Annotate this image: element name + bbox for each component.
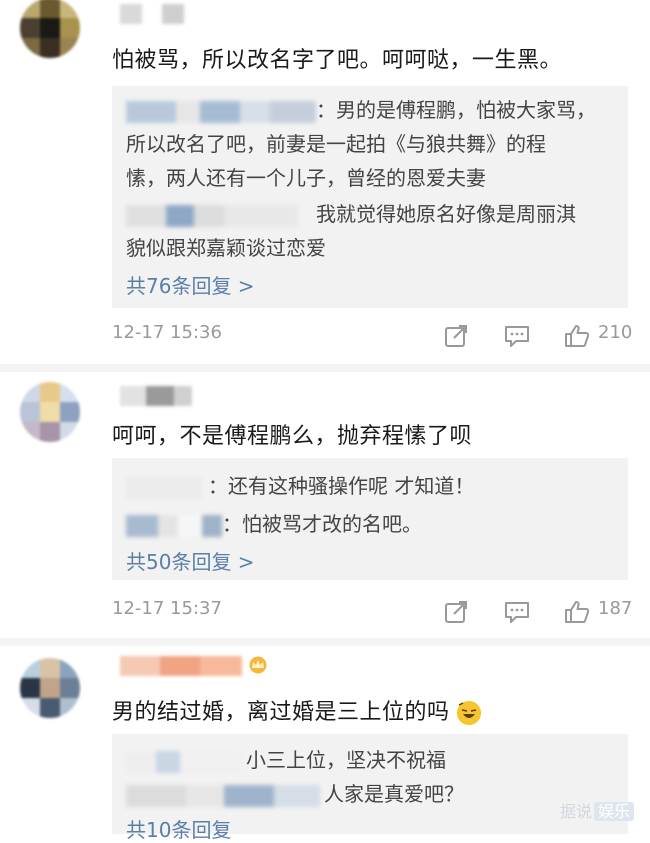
like-count: 210 [598, 322, 633, 343]
more-replies-link[interactable]: 共50条回复 > [126, 546, 255, 575]
comment-item: 呵呵，不是傅程鹏么，抛弃程愫了呗 ：还有这种骚操作呢 才知道！ ：怕被骂才改的名… [0, 372, 650, 636]
more-replies-link[interactable]: 共76条回复 > [126, 270, 255, 299]
avatar[interactable] [20, 658, 80, 718]
reply-line: 所以改名了吧，前妻是一起拍《与狼共舞》的程 [126, 132, 546, 156]
more-replies-link[interactable]: 共10条回复 [126, 814, 231, 843]
reply-author[interactable] [126, 204, 298, 227]
comment-text: 呵呵，不是傅程鹏么，抛弃程愫了呗 [112, 424, 473, 449]
like-icon[interactable] [564, 600, 590, 624]
reply-author[interactable] [126, 514, 222, 537]
username[interactable] [120, 386, 192, 406]
reply-author[interactable] [126, 100, 316, 123]
reply-box[interactable]: 小三上位，坚决不祝福 人家是真爱吧？ 共10条回复 [112, 734, 628, 842]
comment-item: 怕被骂，所以改名字了吧。呵呵哒，一生黑。 ：男的是傅程鹏，怕被大家骂， 所以改名… [0, 0, 650, 360]
share-icon[interactable] [444, 324, 470, 348]
username[interactable] [120, 4, 184, 24]
laugh-emoji-icon [457, 701, 482, 725]
like-icon[interactable] [564, 324, 590, 348]
reply-line: 我就觉得她原名好像是周丽淇 [126, 198, 576, 227]
comment-icon[interactable] [504, 324, 530, 348]
vip-crown-icon [249, 656, 267, 674]
reply-author[interactable] [126, 750, 242, 773]
reply-line: 小三上位，坚决不祝福 [126, 744, 446, 773]
reply-line: 愫，两人还有一个儿子，曾经的恩爱夫妻 [126, 166, 486, 190]
comment-text: 怕被骂，所以改名字了吧。呵呵哒，一生黑。 [112, 48, 563, 73]
reply-line: ：怕被骂才改的名吧。 [126, 508, 422, 537]
divider [0, 364, 650, 372]
divider [0, 638, 650, 646]
username[interactable] [120, 656, 242, 676]
avatar[interactable] [20, 0, 80, 58]
comment-item: 男的结过婚，离过婚是三上位的吗 小三上位，坚决不祝福 人家是真爱吧？ 共10条回… [0, 646, 650, 842]
reply-line: 人家是真爱吧？ [126, 778, 464, 807]
reply-author[interactable] [126, 784, 320, 807]
reply-line: 貌似跟郑嘉颖谈过恋爱 [126, 236, 326, 260]
watermark: 据说 娱乐 [560, 798, 634, 822]
timestamp: 12-17 15:37 [112, 598, 222, 619]
comment-footer: 12-17 15:37 187 [112, 598, 632, 628]
comment-footer: 12-17 15:36 210 [112, 322, 632, 352]
comment-icon[interactable] [504, 600, 530, 624]
reply-line: ：还有这种骚操作呢 才知道！ [126, 470, 474, 499]
share-icon[interactable] [444, 600, 470, 624]
reply-box[interactable]: ：还有这种骚操作呢 才知道！ ：怕被骂才改的名吧。 共50条回复 > [112, 458, 628, 580]
like-count: 187 [598, 598, 633, 619]
reply-line: ：男的是傅程鹏，怕被大家骂， [126, 94, 596, 123]
reply-author[interactable] [126, 476, 202, 499]
timestamp: 12-17 15:36 [112, 322, 222, 343]
avatar[interactable] [20, 382, 80, 442]
comment-text: 男的结过婚，离过婚是三上位的吗 [112, 694, 482, 726]
reply-box[interactable]: ：男的是傅程鹏，怕被大家骂， 所以改名了吧，前妻是一起拍《与狼共舞》的程 愫，两… [112, 86, 628, 308]
